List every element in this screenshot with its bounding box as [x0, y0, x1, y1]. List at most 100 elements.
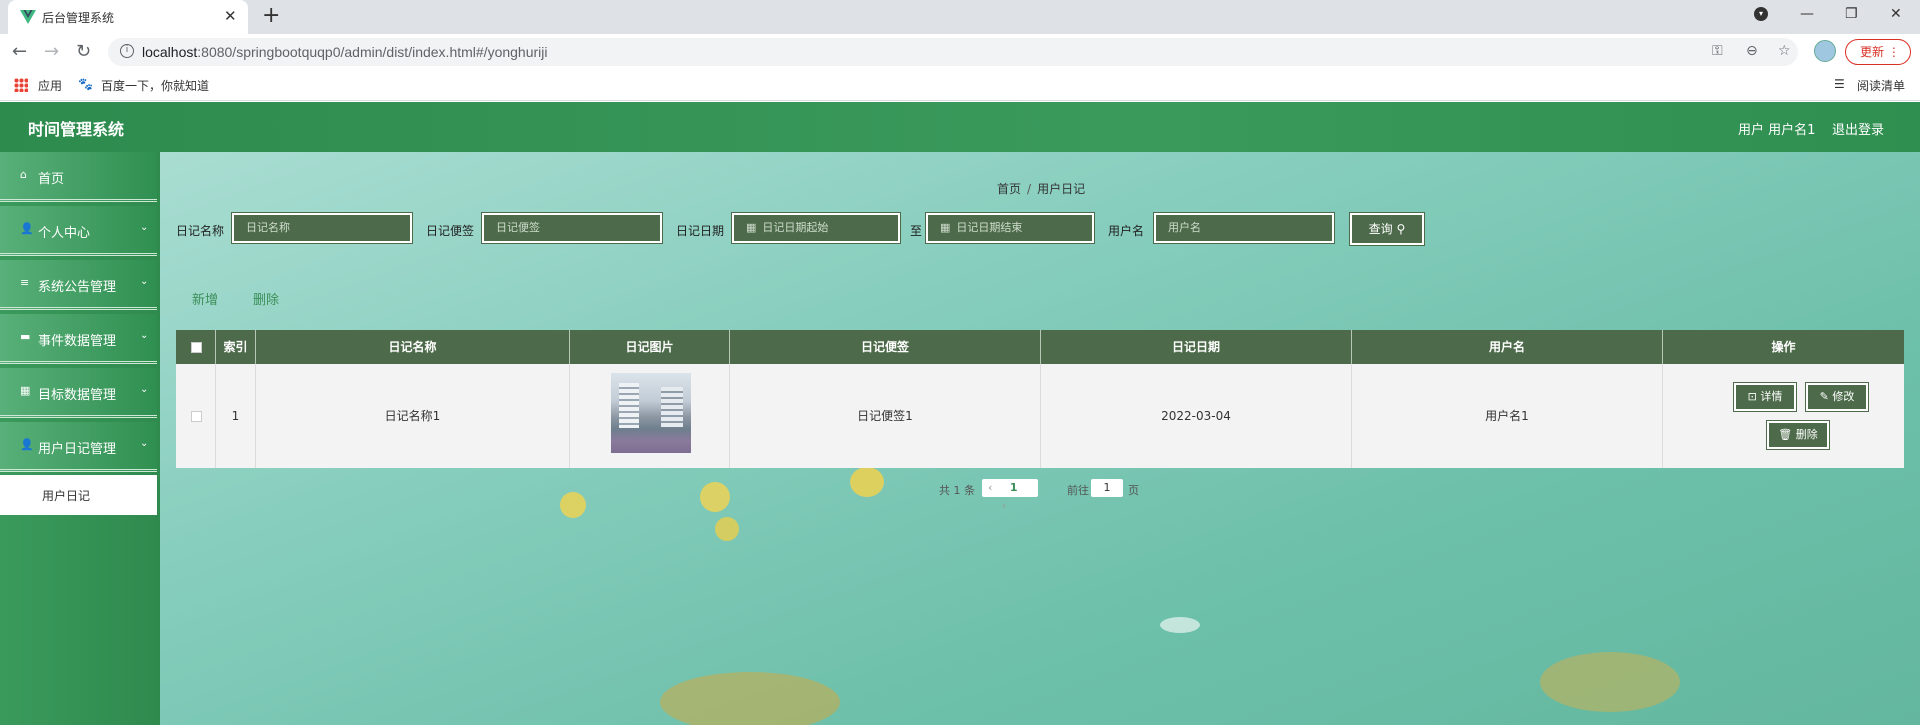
logout-link[interactable]: 退出登录 [1832, 119, 1884, 138]
edit-button[interactable]: ✎ 修改 [1805, 382, 1869, 412]
header-diary-note: 日记便签 [730, 330, 1041, 364]
diary-name-label: 日记名称 [176, 224, 225, 238]
user-icon: 👤 [20, 222, 34, 235]
pagination-nav: ‹ 1 › [982, 479, 1038, 512]
sidebar-item-goals[interactable]: ▦ 目标数据管理 ⌄ [0, 368, 157, 418]
forward-icon[interactable]: → [44, 41, 59, 62]
background-flower [560, 492, 586, 518]
header-actions: 操作 [1771, 340, 1796, 354]
date-start-input[interactable]: ▦ 日记日期起始 [731, 212, 901, 244]
search-icon: ⚲ [1396, 222, 1406, 236]
breadcrumb-current: 用户日记 [1037, 182, 1086, 196]
detail-label: 详情 [1760, 390, 1783, 403]
zoom-icon[interactable]: ⊖ [1746, 43, 1758, 59]
row-select-cell [176, 364, 216, 468]
cell-diary-name: 日记名称1 [256, 364, 570, 468]
diary-thumbnail[interactable] [611, 373, 691, 453]
document-icon: ⊡ [1747, 390, 1757, 403]
diary-note-placeholder: 日记便签 [496, 221, 540, 234]
profile-avatar[interactable] [1814, 40, 1836, 62]
close-icon[interactable]: ✕ [224, 7, 237, 25]
url-host: localhost [142, 44, 198, 60]
cell-diary-note: 日记便签1 [730, 364, 1041, 468]
background-splash [1160, 617, 1200, 633]
diary-table: 索引 日记名称 日记图片 日记便签 日记日期 用户名 操作 1 日记名称1 日记… [176, 330, 1904, 468]
browser-tab[interactable]: 后台管理系统 ✕ [8, 0, 248, 34]
sidebar-item-label: 首页 [38, 172, 65, 187]
header-username: 用户名 [1352, 330, 1663, 364]
sidebar-item-events[interactable]: ▬ 事件数据管理 ⌄ [0, 314, 157, 364]
trash-icon: 🗑 [1778, 428, 1793, 441]
add-button[interactable]: 新增 [192, 289, 218, 308]
back-icon[interactable]: ← [12, 41, 27, 62]
date-start-placeholder: 日记日期起始 [762, 221, 829, 234]
minimize-icon[interactable]: — [1800, 6, 1814, 22]
tab-search-icon[interactable]: ▾ [1754, 7, 1768, 21]
info-icon[interactable]: i [120, 44, 134, 58]
bookmark-apps[interactable]: 应用 [38, 77, 62, 94]
sidebar-item-announcements[interactable]: ≡ 系统公告管理 ⌄ [0, 260, 157, 310]
sidebar-subitem-diary[interactable]: 用户日记 [0, 475, 157, 515]
chevron-down-icon: ⌄ [140, 384, 149, 395]
reading-list-icon[interactable]: ☰ [1834, 77, 1845, 91]
user-icon: 👤 [20, 438, 34, 451]
row-delete-button[interactable]: 🗑 删除 [1766, 420, 1830, 450]
diary-note-input[interactable]: 日记便签 [481, 212, 663, 244]
username-input[interactable]: 用户名 [1153, 212, 1335, 244]
url-text[interactable]: localhost:8080/springbootquqp0/admin/dis… [142, 44, 548, 60]
current-user: 用户 用户名1 [1738, 123, 1816, 138]
address-bar[interactable]: i localhost:8080/springbootquqp0/admin/d… [108, 38, 1798, 66]
chevron-down-icon: ⌄ [140, 276, 149, 287]
detail-button[interactable]: ⊡ 详情 [1733, 382, 1797, 412]
diary-name-input[interactable]: 日记名称 [231, 212, 413, 244]
bookmark-baidu[interactable]: 百度一下，你就知道 [101, 77, 209, 94]
sidebar-subitem-label: 用户日记 [42, 489, 91, 503]
new-tab-icon[interactable]: + [262, 3, 280, 28]
background-flower [850, 467, 884, 497]
chevron-left-icon[interactable]: ‹ [988, 481, 992, 494]
reload-icon[interactable]: ↻ [76, 41, 91, 62]
apps-grid-icon[interactable] [14, 78, 28, 92]
update-label: 更新 [1860, 45, 1885, 59]
username-label: 用户名 [1108, 224, 1145, 238]
date-end-input[interactable]: ▦ 日记日期结束 [925, 212, 1095, 244]
bookmarks-bar: 应用 🐾 百度一下，你就知道 ☰ 阅读清单 [0, 69, 1920, 101]
goto-page-input[interactable]: 1 [1091, 479, 1123, 497]
header-diary-image: 日记图片 [570, 330, 730, 364]
breadcrumb-separator: / [1027, 182, 1032, 196]
update-button[interactable]: 更新 ⋮ [1845, 39, 1911, 65]
pagination-total: 共 1 条 [939, 484, 975, 497]
background-flower [700, 482, 730, 512]
select-all-checkbox[interactable] [191, 342, 202, 353]
sidebar-item-label: 用户日记管理 [38, 442, 117, 457]
cell-actions: ⊡ 详情 ✎ 修改 🗑 删除 [1663, 364, 1904, 468]
page-suffix: 页 [1128, 484, 1139, 497]
window-close-icon[interactable]: ✕ [1890, 6, 1902, 22]
row-checkbox[interactable] [191, 411, 202, 422]
cell-index: 1 [216, 364, 256, 468]
chevron-down-icon: ⌄ [140, 222, 149, 233]
star-icon[interactable]: ☆ [1778, 43, 1791, 59]
app-header: 时间管理系统 用户 用户名1 退出登录 [0, 102, 1920, 152]
goto-label: 前往 [1067, 484, 1089, 497]
browser-tabstrip: 后台管理系统 ✕ + ▾ — ❐ ✕ [0, 0, 1920, 34]
chevron-right-icon[interactable]: › [1002, 499, 1006, 512]
key-icon[interactable]: ⚿ [1712, 43, 1723, 59]
date-end-placeholder: 日记日期结束 [956, 221, 1023, 234]
reading-list-label[interactable]: 阅读清单 [1857, 77, 1905, 94]
header-diary-date: 日记日期 [1041, 330, 1352, 364]
restore-icon[interactable]: ❐ [1845, 6, 1858, 22]
header-select-cell [176, 330, 216, 364]
sidebar-item-label: 个人中心 [38, 226, 91, 241]
sidebar-item-home[interactable]: ⌂ 首页 [0, 152, 157, 202]
delete-button[interactable]: 删除 [253, 289, 279, 308]
header-index: 索引 [216, 330, 256, 364]
page-number-current[interactable]: 1 [1010, 481, 1018, 494]
search-button[interactable]: 查询 ⚲ [1349, 212, 1425, 246]
sidebar-item-diary[interactable]: 👤 用户日记管理 ⌄ [0, 422, 157, 472]
sidebar-item-profile[interactable]: 👤 个人中心 ⌄ [0, 206, 157, 256]
chevron-down-icon: ⌄ [140, 438, 149, 449]
cell-diary-date: 2022-03-04 [1041, 364, 1352, 468]
breadcrumb-home[interactable]: 首页 [997, 182, 1021, 196]
tab-title: 后台管理系统 [42, 11, 115, 25]
